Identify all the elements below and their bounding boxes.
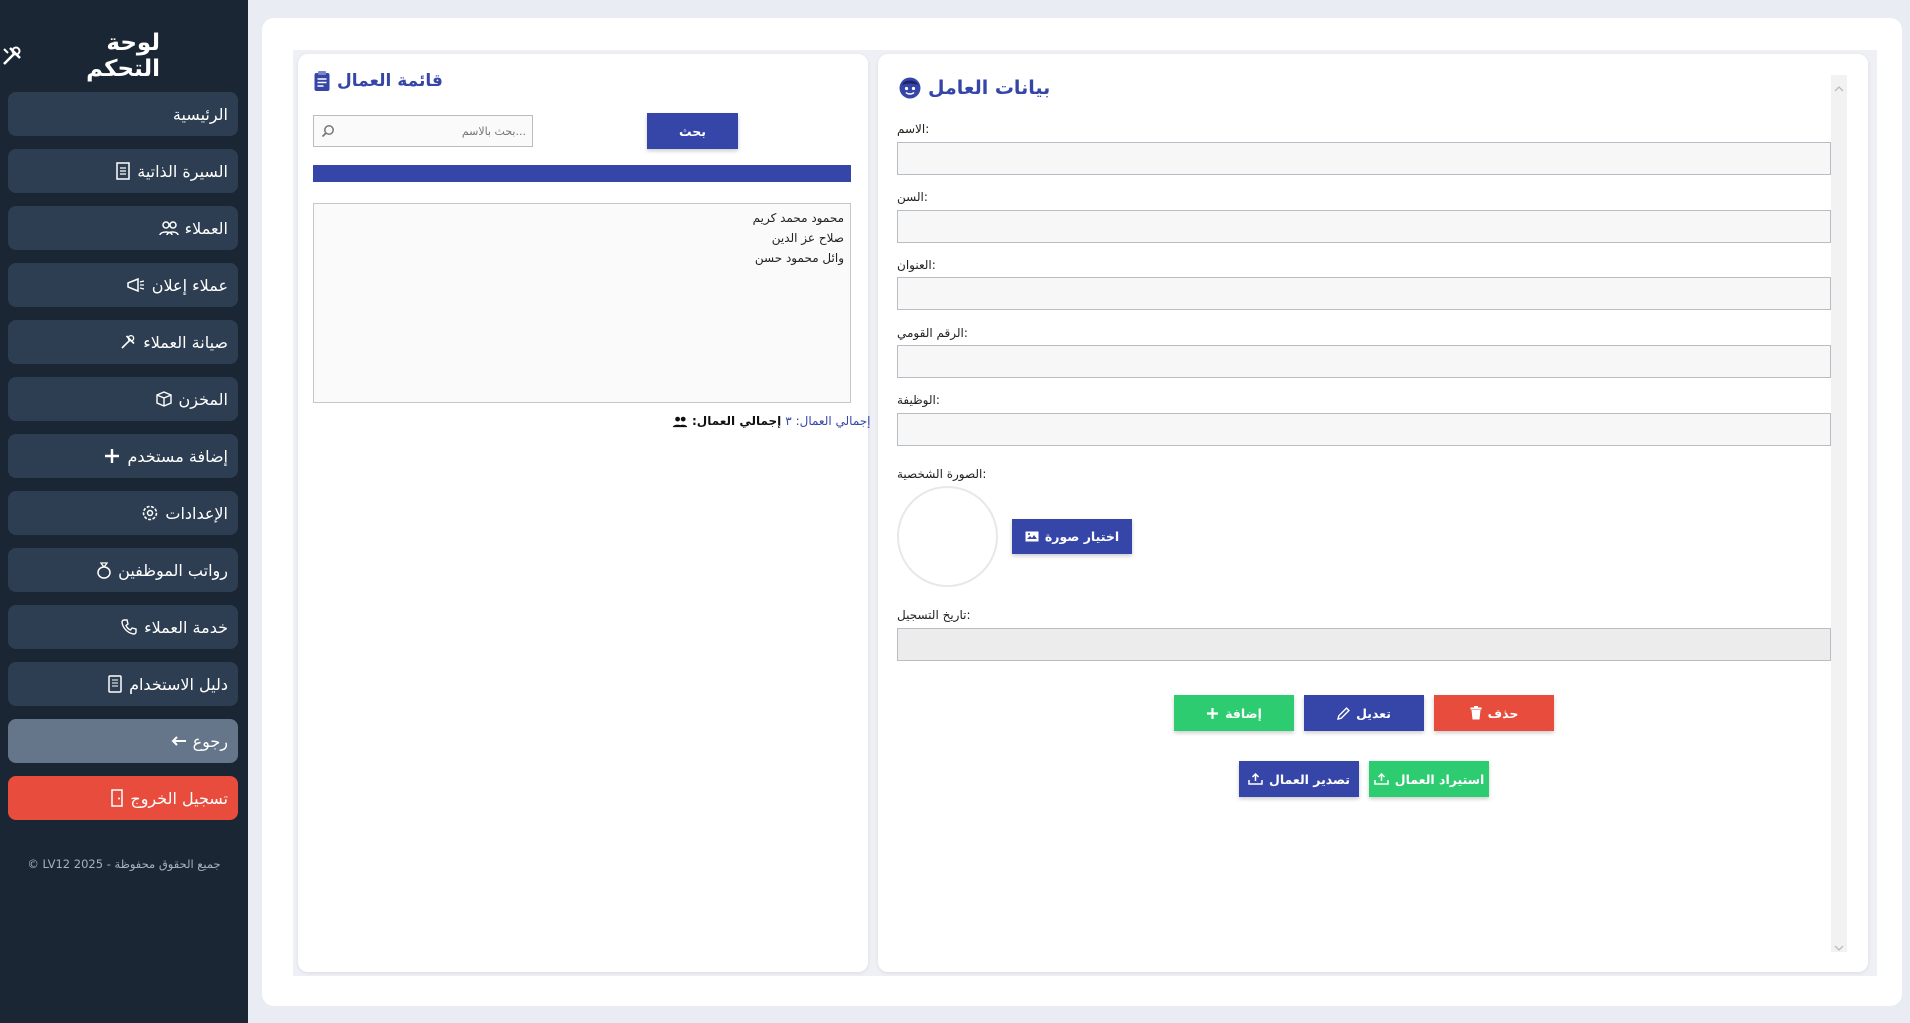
worker-form-title-text: بيانات العامل (928, 77, 1051, 99)
total-workers: إجمالي العمال: ٣ إجمالي العمال: (672, 414, 871, 428)
plus-icon (103, 447, 121, 465)
sidebar-item-label: رجوع (192, 731, 228, 751)
total-workers-value: إجمالي العمال: ٣ (785, 414, 871, 428)
address-label: :العنوان (897, 258, 936, 272)
users-icon (158, 220, 179, 236)
plus-icon (1206, 707, 1219, 720)
sidebar-item-logout[interactable]: تسجيل الخروج (8, 776, 238, 820)
search-icon (321, 123, 335, 142)
export-label: تصدير العمال (1269, 771, 1351, 787)
list-item[interactable]: وائل محمود حسن (755, 248, 844, 268)
national-id-field[interactable] (897, 345, 1831, 378)
sidebar-item-settings[interactable]: الإعدادات (8, 491, 238, 535)
book-icon (107, 675, 123, 693)
sidebar: لوحة التحكم الرئيسية السيرة الذاتية العم… (0, 0, 248, 1023)
delete-button[interactable]: حذف (1434, 695, 1554, 731)
reg-date-field (897, 628, 1831, 661)
sidebar-item-label: العملاء (184, 218, 228, 238)
sidebar-item-label: دليل الاستخدام (129, 674, 228, 694)
edit-label: تعديل (1356, 705, 1391, 721)
arrow-left-icon (171, 735, 187, 747)
sidebar-footer: جميع الحقوق محفوظة - LV12 2025 © (27, 857, 221, 871)
sidebar-item-label: الإعدادات (165, 503, 228, 523)
sidebar-item-label: خدمة العملاء (144, 617, 228, 637)
sidebar-item-label: الرئيسية (172, 104, 228, 124)
sidebar-item-ad-clients[interactable]: عملاء إعلان (8, 263, 238, 307)
sidebar-item-label: إضافة مستخدم (127, 446, 228, 466)
edit-button[interactable]: تعديل (1304, 695, 1424, 731)
megaphone-icon (126, 277, 146, 293)
sidebar-item-salaries[interactable]: رواتب الموظفين (8, 548, 238, 592)
scroll-up-icon[interactable] (1834, 79, 1844, 92)
workers-list-title: قائمة العمال (313, 70, 443, 92)
document-icon (115, 162, 131, 180)
sidebar-item-label: السيرة الذاتية (137, 161, 228, 181)
image-icon (1025, 531, 1039, 542)
gear-icon (141, 504, 159, 522)
age-label: :السن (897, 190, 928, 204)
job-label: :الوظيفة (897, 393, 940, 407)
sidebar-item-warehouse[interactable]: المخزن (8, 377, 238, 421)
job-field[interactable] (897, 413, 1831, 446)
age-field[interactable] (897, 210, 1831, 243)
upload-icon (1373, 773, 1389, 785)
worker-form-panel (878, 54, 1868, 972)
photo-label: :الصورة الشخصية (897, 467, 987, 481)
sidebar-item-label: عملاء إعلان (151, 275, 228, 295)
workers-list-panel (298, 54, 868, 972)
search-input[interactable] (313, 115, 533, 147)
scroll-down-icon[interactable] (1834, 938, 1844, 951)
address-field[interactable] (897, 277, 1831, 310)
export-workers-button[interactable]: تصدير العمال (1239, 761, 1359, 797)
delete-label: حذف (1487, 705, 1519, 721)
sidebar-title-text: لوحة التحكم (86, 30, 160, 82)
choose-photo-button[interactable]: اختيار صورة (1012, 519, 1132, 554)
choose-photo-label: اختيار صورة (1044, 529, 1120, 544)
workers-listbox[interactable]: محمود محمد كريم صلاح عز الدين وائل محمود… (313, 203, 851, 403)
tools-icon (0, 44, 24, 68)
import-workers-button[interactable]: استيراد العمال (1369, 761, 1489, 797)
sidebar-item-customer-service[interactable]: خدمة العملاء (8, 605, 238, 649)
users-icon (672, 415, 688, 428)
money-bag-icon (96, 561, 112, 579)
sidebar-title: لوحة التحكم (0, 30, 160, 82)
total-workers-label: إجمالي العمال: (692, 414, 782, 428)
sidebar-item-home[interactable]: الرئيسية (8, 92, 238, 136)
search-button[interactable]: بحث (647, 113, 738, 149)
box-icon (155, 390, 173, 408)
sidebar-item-back[interactable]: رجوع (8, 719, 238, 763)
worker-form-title: بيانات العامل (898, 76, 1050, 100)
trash-icon (1470, 706, 1482, 720)
workers-list-title-text: قائمة العمال (337, 71, 443, 91)
clipboard-icon (313, 70, 331, 92)
pencil-icon (1337, 706, 1350, 720)
add-button[interactable]: إضافة (1174, 695, 1294, 731)
upload-icon (1248, 773, 1263, 785)
sidebar-item-label: المخزن (178, 389, 228, 409)
import-label: استيراد العمال (1394, 771, 1485, 787)
sidebar-item-clients[interactable]: العملاء (8, 206, 238, 250)
progress-bar (313, 165, 851, 182)
photo-preview (897, 486, 998, 587)
sidebar-item-label: رواتب الموظفين (118, 560, 228, 580)
scrollbar[interactable] (1831, 75, 1847, 952)
sidebar-item-label: تسجيل الخروج (130, 788, 228, 808)
door-icon (110, 789, 124, 807)
sidebar-item-label: صيانة العملاء (143, 332, 228, 352)
list-item[interactable]: محمود محمد كريم (753, 208, 844, 228)
reg-date-label: :تاريخ التسجيل (897, 608, 971, 622)
sidebar-item-maintenance[interactable]: صيانة العملاء (8, 320, 238, 364)
add-label: إضافة (1225, 705, 1262, 721)
sidebar-item-add-user[interactable]: إضافة مستخدم (8, 434, 238, 478)
phone-icon (120, 618, 138, 636)
name-field[interactable] (897, 142, 1831, 175)
national-id-label: :الرقم القومي (897, 326, 968, 340)
name-label: :الاسم (897, 122, 930, 136)
sidebar-item-cv[interactable]: السيرة الذاتية (8, 149, 238, 193)
face-icon (898, 76, 922, 100)
tools-icon (119, 333, 137, 351)
list-item[interactable]: صلاح عز الدين (772, 228, 844, 248)
sidebar-item-user-guide[interactable]: دليل الاستخدام (8, 662, 238, 706)
